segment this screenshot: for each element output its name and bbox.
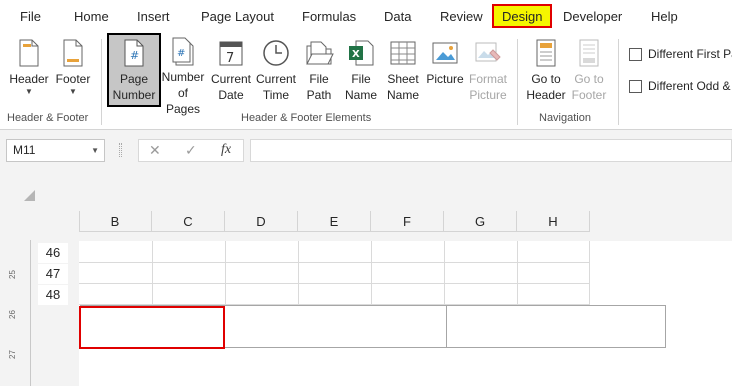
row-header-46[interactable]: 46 [38,243,68,263]
different-first-page-checkbox[interactable]: Different First Pa [629,47,732,61]
checkbox-box[interactable] [629,47,642,61]
folder-icon [303,37,335,69]
enter-icon[interactable]: ✓ [185,142,197,159]
formula-bar-grip[interactable] [119,143,122,157]
footer-center-section[interactable] [224,305,447,348]
go-to-footer-icon [573,37,605,69]
tab-formulas[interactable]: Formulas [302,0,356,33]
number-of-pages-button[interactable]: # Number of Pages [160,37,206,116]
gridline [444,241,445,305]
sheet-icon [387,37,419,69]
chevron-down-icon[interactable]: ▼ [91,140,99,161]
tab-page-layout[interactable]: Page Layout [201,0,274,33]
page-number-button[interactable]: # Page Number [109,37,159,109]
current-date-button[interactable]: 7 Current Date [208,37,254,109]
vertical-ruler: 25 26 27 [0,232,38,386]
gridline [225,241,226,305]
gridline [298,241,299,305]
gridline [517,241,518,305]
excel-file-icon: X [345,37,377,69]
picture-icon [429,37,461,69]
tab-insert[interactable]: Insert [137,0,170,33]
calendar-icon: 7 [215,37,247,69]
tab-design[interactable]: Design [492,4,553,28]
select-all-corner[interactable] [24,190,35,201]
ribbon-elements-layer: # Page Number # Number of Pages 7 Curren… [0,33,732,130]
gridline [79,262,590,263]
name-box[interactable]: M11 ▼ [6,139,105,162]
file-name-button[interactable]: X File Name [342,37,380,109]
column-header-g[interactable]: G [444,211,517,232]
svg-text:#: # [130,49,139,62]
checkbox-box[interactable] [629,79,642,93]
current-time-button[interactable]: Current Time [254,37,298,109]
gridline [371,241,372,305]
ribbon-tab-bar: File Home Insert Page Layout Formulas Da… [0,0,732,33]
gridline [589,241,590,305]
svg-text:#: # [177,48,185,59]
tab-help[interactable]: Help [651,0,678,33]
tab-home[interactable]: Home [74,0,109,33]
column-header-e[interactable]: E [298,211,371,232]
page-number-icon: # [118,37,150,69]
tab-review[interactable]: Review [440,0,483,33]
go-to-footer-button[interactable]: Go to Footer [567,37,611,109]
column-header-left-edge [79,211,80,232]
gridline [152,241,153,305]
column-header-h[interactable]: H [517,211,590,232]
clock-icon [260,37,292,69]
group-separator [618,39,619,125]
column-header-b[interactable]: B [79,211,152,232]
footer-left-section[interactable] [79,306,225,349]
formula-input[interactable] [250,139,732,162]
group-label-navigation: Navigation [539,112,591,124]
tab-file[interactable]: File [20,0,41,33]
footer-right-section[interactable] [447,306,665,347]
tab-developer[interactable]: Developer [563,0,622,33]
group-label-elements: Header & Footer Elements [241,112,372,124]
row-header-48[interactable]: 48 [38,285,68,305]
column-header-c[interactable]: C [152,211,225,232]
insert-function-icon[interactable]: fx [221,142,231,158]
group-separator [517,39,518,125]
file-path-button[interactable]: File Path [300,37,338,109]
row-header-47[interactable]: 47 [38,264,68,284]
format-picture-icon [472,37,504,69]
svg-text:7: 7 [226,51,234,66]
column-header-f[interactable]: F [371,211,444,232]
go-to-header-icon [530,37,562,69]
gridline [79,283,590,284]
picture-button[interactable]: Picture [424,37,466,109]
format-picture-button[interactable]: Format Picture [466,37,510,109]
go-to-header-button[interactable]: Go to Header [524,37,568,109]
svg-text:X: X [352,49,360,60]
tab-data[interactable]: Data [384,0,411,33]
cancel-icon[interactable]: ✕ [149,142,161,159]
sheet-name-button[interactable]: Sheet Name [384,37,422,109]
number-of-pages-icon: # [167,37,199,67]
column-header-d[interactable]: D [225,211,298,232]
different-odd-even-checkbox[interactable]: Different Odd & [629,79,731,93]
formula-buttons: ✕ ✓ fx [138,139,244,162]
ruler-edge [30,240,31,386]
